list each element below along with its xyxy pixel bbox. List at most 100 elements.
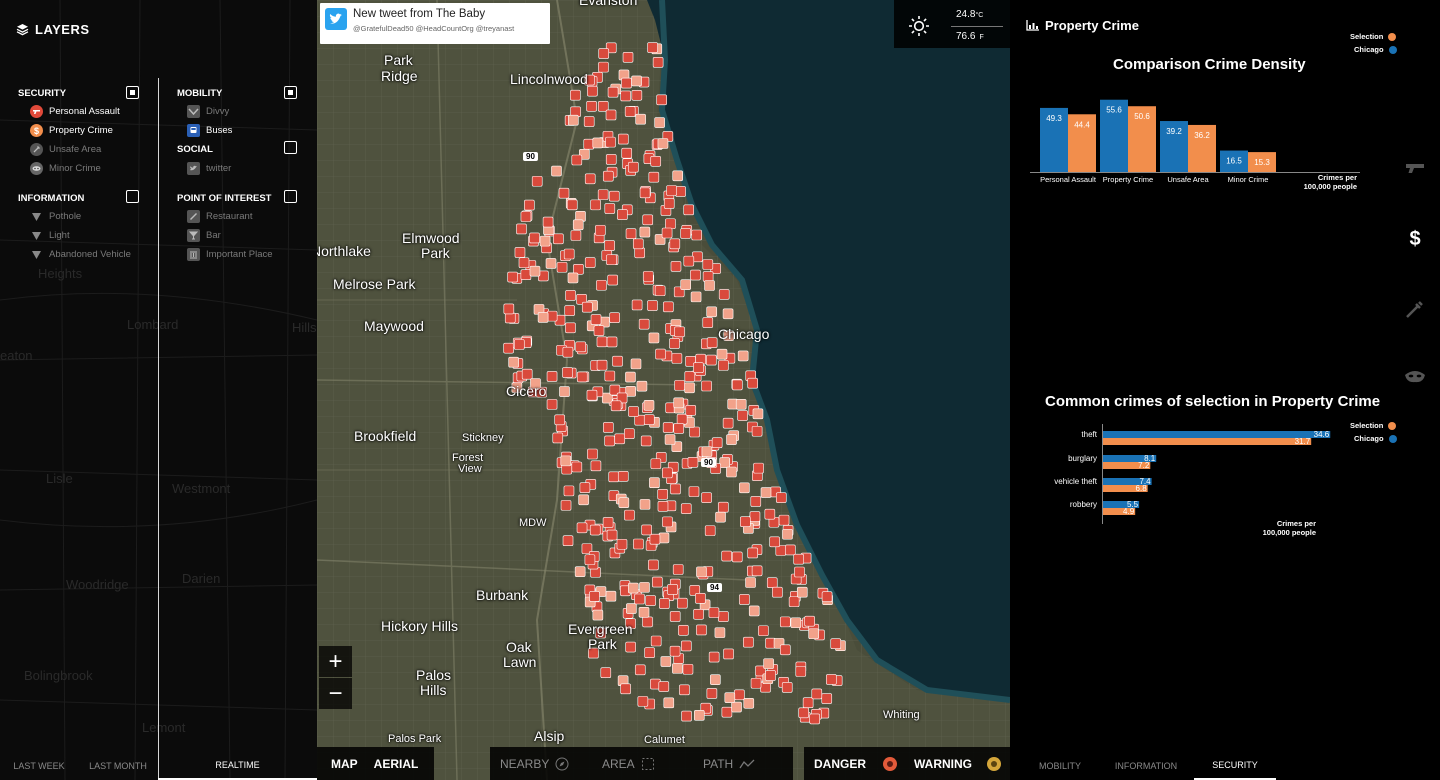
crime-marker[interactable]: [726, 466, 737, 478]
crime-marker[interactable]: [634, 664, 646, 676]
crime-marker[interactable]: [749, 511, 761, 522]
crime-marker[interactable]: [649, 533, 661, 545]
crime-marker[interactable]: [714, 627, 726, 638]
crime-marker[interactable]: [565, 322, 576, 334]
crime-marker[interactable]: [690, 291, 702, 303]
crime-marker[interactable]: [669, 611, 681, 622]
crime-marker[interactable]: [586, 101, 597, 112]
crime-marker[interactable]: [524, 199, 535, 211]
crime-marker[interactable]: [644, 647, 655, 659]
crime-marker[interactable]: [539, 235, 551, 247]
crime-marker[interactable]: [658, 681, 670, 692]
layer-item-important-place[interactable]: Important Place: [187, 248, 273, 261]
crime-marker[interactable]: [680, 228, 691, 239]
crime-marker[interactable]: [571, 154, 583, 166]
crime-marker[interactable]: [669, 338, 680, 349]
crime-marker[interactable]: [666, 185, 677, 196]
crime-marker[interactable]: [633, 538, 644, 550]
crime-marker[interactable]: [621, 77, 632, 89]
crime-marker[interactable]: [643, 414, 655, 425]
crime-marker[interactable]: [669, 645, 681, 657]
crime-marker[interactable]: [701, 492, 712, 503]
crime-marker[interactable]: [639, 187, 651, 199]
crime-marker[interactable]: [636, 380, 648, 392]
crime-marker[interactable]: [624, 428, 635, 439]
crime-marker[interactable]: [685, 405, 697, 416]
crime-marker[interactable]: [595, 224, 606, 236]
crime-marker[interactable]: [745, 577, 756, 588]
crime-marker[interactable]: [682, 663, 694, 675]
crime-marker[interactable]: [584, 74, 595, 86]
crime-marker[interactable]: [684, 382, 695, 394]
crime-marker[interactable]: [676, 413, 688, 425]
crime-marker[interactable]: [798, 707, 809, 719]
gun-icon[interactable]: [1404, 157, 1426, 179]
crime-marker[interactable]: [650, 155, 662, 167]
crime-marker[interactable]: [596, 336, 608, 348]
crime-marker[interactable]: [772, 586, 783, 598]
crime-marker[interactable]: [606, 336, 618, 348]
crime-marker[interactable]: [631, 299, 643, 311]
layer-item-abandoned-vehicle[interactable]: Abandoned Vehicle: [30, 248, 131, 261]
crime-marker[interactable]: [693, 710, 705, 721]
crime-marker[interactable]: [650, 635, 662, 647]
crime-marker[interactable]: [503, 303, 515, 315]
crime-marker[interactable]: [579, 482, 591, 493]
crime-marker[interactable]: [696, 566, 707, 578]
crime-marker[interactable]: [683, 204, 695, 216]
crime-marker[interactable]: [570, 230, 582, 241]
crime-marker[interactable]: [608, 190, 620, 202]
crime-marker[interactable]: [788, 596, 800, 608]
layer-item-buses[interactable]: Buses: [187, 124, 232, 137]
crime-marker[interactable]: [605, 109, 617, 121]
crime-marker[interactable]: [514, 247, 526, 258]
crime-marker[interactable]: [588, 647, 599, 659]
crime-marker[interactable]: [607, 274, 618, 286]
crime-marker[interactable]: [687, 456, 699, 468]
crime-marker[interactable]: [576, 522, 588, 534]
crime-marker[interactable]: [704, 280, 715, 291]
crime-marker[interactable]: [715, 511, 726, 523]
zoom-in-button[interactable]: +: [319, 646, 352, 677]
crime-marker[interactable]: [605, 154, 617, 165]
crime-marker[interactable]: [625, 618, 636, 629]
crime-marker[interactable]: [641, 524, 652, 536]
crime-marker[interactable]: [628, 406, 639, 417]
crime-marker[interactable]: [689, 426, 700, 438]
crime-marker[interactable]: [663, 198, 675, 209]
crime-marker[interactable]: [596, 279, 607, 291]
crime-marker[interactable]: [592, 609, 604, 621]
crime-marker[interactable]: [678, 624, 689, 636]
crime-marker[interactable]: [562, 346, 574, 358]
crime-marker[interactable]: [584, 554, 596, 566]
crime-marker[interactable]: [669, 238, 681, 250]
crime-marker[interactable]: [765, 670, 776, 681]
crime-marker[interactable]: [632, 238, 644, 250]
crime-marker[interactable]: [748, 605, 760, 617]
crime-marker[interactable]: [753, 462, 764, 474]
crime-marker[interactable]: [590, 199, 601, 211]
crime-marker[interactable]: [751, 425, 763, 437]
crime-marker[interactable]: [616, 538, 628, 550]
crime-marker[interactable]: [795, 666, 807, 677]
crime-marker[interactable]: [631, 89, 643, 101]
crime-marker[interactable]: [660, 656, 672, 667]
crime-marker[interactable]: [706, 688, 718, 699]
crime-marker[interactable]: [513, 339, 525, 350]
crime-marker[interactable]: [622, 52, 634, 63]
crime-marker[interactable]: [726, 434, 737, 445]
crime-marker[interactable]: [701, 380, 712, 392]
crime-marker[interactable]: [737, 350, 749, 362]
crime-marker[interactable]: [662, 516, 673, 528]
crime-marker[interactable]: [802, 697, 814, 709]
crime-marker[interactable]: [722, 417, 734, 429]
crime-marker[interactable]: [674, 380, 685, 391]
crime-marker[interactable]: [734, 689, 745, 701]
crime-marker[interactable]: [645, 595, 656, 606]
mobility-checkbox[interactable]: [284, 86, 297, 99]
crime-marker[interactable]: [690, 269, 701, 281]
crime-marker[interactable]: [559, 386, 570, 397]
crime-marker[interactable]: [620, 683, 631, 695]
crime-marker[interactable]: [695, 593, 706, 604]
crime-marker[interactable]: [592, 137, 604, 149]
